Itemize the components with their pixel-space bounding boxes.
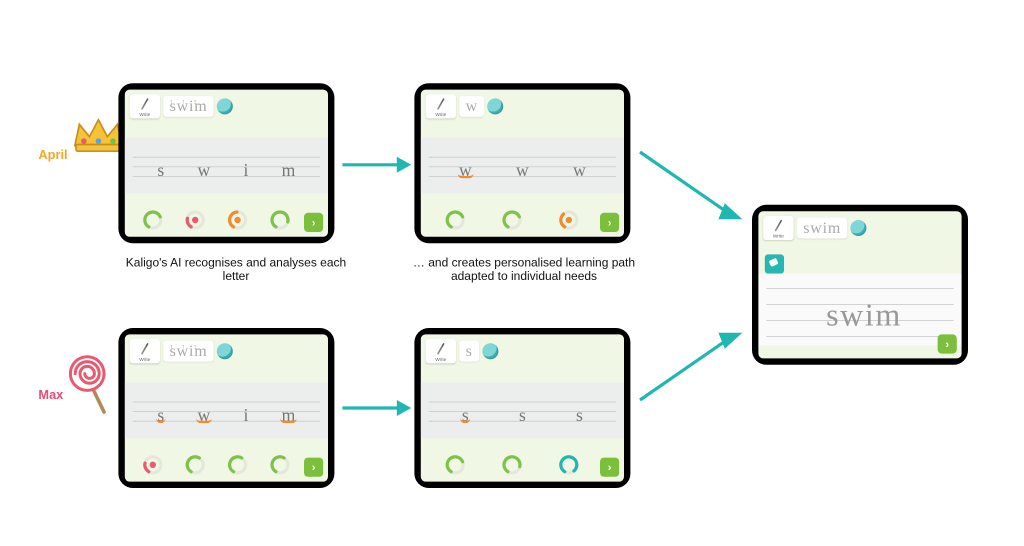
- lollipop-icon: [66, 352, 114, 416]
- write-chip-label: Write: [130, 358, 160, 363]
- handwriting-row[interactable]: w w w: [421, 160, 624, 181]
- student-label-max: Max: [38, 389, 63, 403]
- target-word: ↑ ↑ ↑swim: [163, 96, 214, 117]
- target-word: swim: [797, 218, 848, 239]
- final-handwriting[interactable]: swim: [782, 296, 945, 334]
- arrow-april-2: [635, 136, 747, 232]
- tablet-april-step1: Write ↑ ↑ ↑swim s w i m: [118, 83, 334, 243]
- eraser-button[interactable]: [765, 254, 784, 273]
- write-chip[interactable]: Write: [426, 339, 456, 363]
- score-gauge: [227, 210, 248, 231]
- handwriting-row[interactable]: s s s: [421, 405, 624, 426]
- globe-icon[interactable]: [482, 343, 498, 359]
- score-gauge: [227, 454, 248, 475]
- next-button[interactable]: ›: [600, 458, 619, 477]
- score-gauge: [269, 210, 290, 231]
- write-chip-label: Write: [763, 234, 793, 239]
- arrow-max-2: [635, 320, 747, 416]
- score-gauge: [184, 210, 205, 231]
- score-gauge: [142, 454, 163, 475]
- write-chip[interactable]: Write: [426, 94, 456, 118]
- next-button[interactable]: ›: [304, 458, 323, 477]
- write-chip[interactable]: Write: [130, 339, 160, 363]
- write-chip-label: Write: [426, 358, 456, 363]
- gauge-row: [131, 454, 301, 475]
- score-gauge: [558, 454, 579, 475]
- tablet-max-step1: Write ↑ ↑ ↑swim s w i m: [118, 328, 334, 488]
- student-label-april: April: [38, 149, 67, 163]
- score-gauge: [142, 210, 163, 231]
- tablet-final: Write swim swim ›: [752, 205, 968, 365]
- arrow-max-1: [339, 392, 411, 424]
- tablet-max-step2: Write s s s s: [414, 328, 630, 488]
- globe-icon[interactable]: [217, 98, 233, 114]
- target-word: s: [459, 341, 479, 362]
- caption-step1: Kaligo's AI recognises and analyses each…: [112, 256, 360, 283]
- score-gauge: [558, 210, 579, 231]
- arrow-april-1: [339, 149, 411, 181]
- gauge-row: [427, 210, 597, 231]
- target-word: ↑ ↑ ↑swim: [163, 341, 214, 362]
- globe-icon[interactable]: [851, 220, 867, 236]
- gauge-row: [131, 210, 301, 231]
- globe-icon[interactable]: [217, 343, 233, 359]
- target-word: w: [459, 96, 484, 117]
- next-button[interactable]: ›: [938, 334, 957, 353]
- write-chip[interactable]: Write: [763, 216, 793, 240]
- score-gauge: [502, 454, 523, 475]
- score-gauge: [445, 210, 466, 231]
- next-button[interactable]: ›: [304, 213, 323, 232]
- next-button[interactable]: ›: [600, 213, 619, 232]
- score-gauge: [445, 454, 466, 475]
- write-chip-label: Write: [426, 113, 456, 118]
- handwriting-row[interactable]: s w i m: [125, 405, 328, 426]
- caption-step2: … and creates personalised learning path…: [400, 256, 648, 283]
- write-chip-label: Write: [130, 113, 160, 118]
- score-gauge: [184, 454, 205, 475]
- gauge-row: [427, 454, 597, 475]
- score-gauge: [502, 210, 523, 231]
- score-gauge: [269, 454, 290, 475]
- write-chip[interactable]: Write: [130, 94, 160, 118]
- globe-icon[interactable]: [488, 98, 504, 114]
- handwriting-row[interactable]: s w i m: [125, 160, 328, 181]
- tablet-april-step2: Write w w w w: [414, 83, 630, 243]
